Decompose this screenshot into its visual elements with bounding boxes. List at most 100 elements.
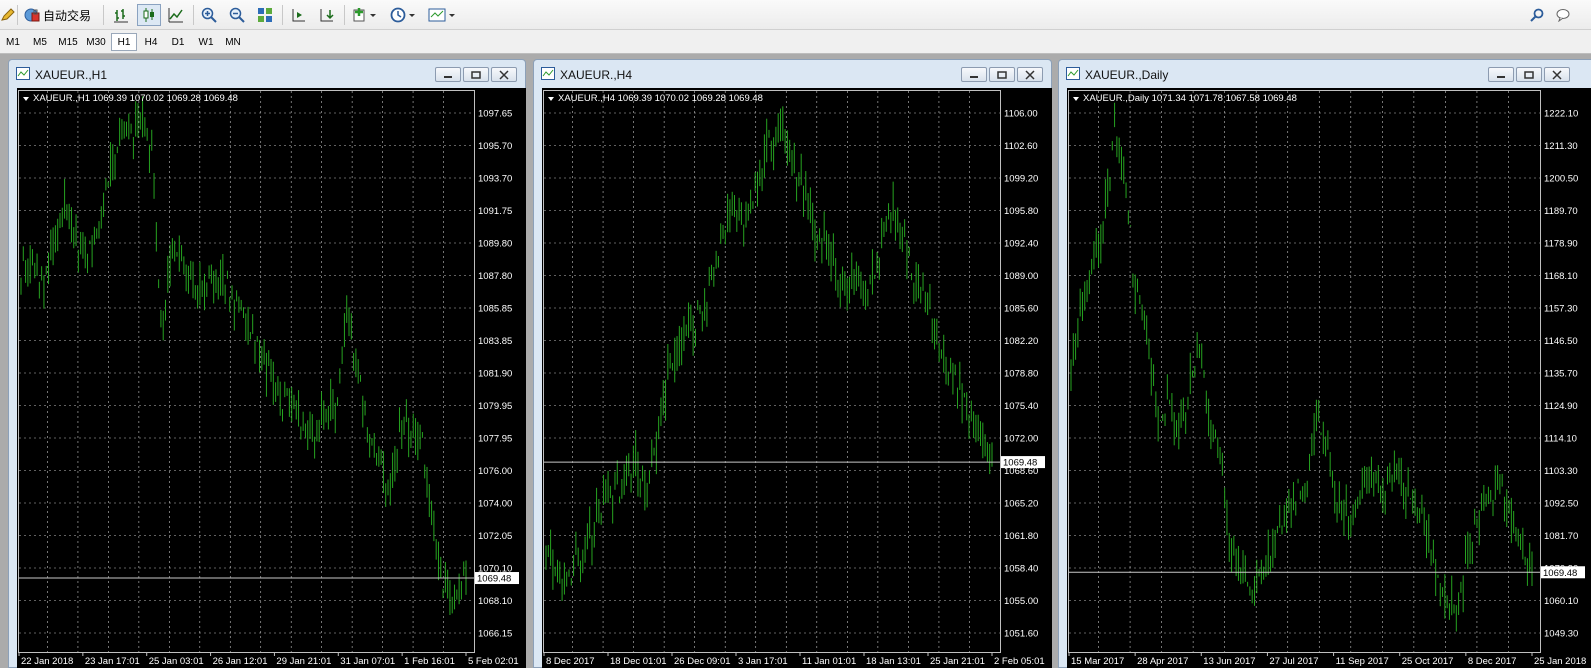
x-tick-label: 2 Feb 05:01 [994, 656, 1045, 667]
close-button[interactable] [491, 67, 517, 82]
y-tick-label: 1146.50 [1544, 336, 1578, 347]
window-title: XAUEUR.,Daily [1085, 68, 1169, 82]
y-tick-label: 1076.00 [478, 466, 512, 477]
clock-icon [390, 7, 415, 23]
autoscroll-icon [320, 9, 334, 22]
current-price-label: 1069.48 [1003, 458, 1037, 469]
chat-button[interactable] [1553, 4, 1573, 26]
y-tick-label: 1097.65 [478, 109, 512, 120]
y-tick-label: 1072.00 [1004, 434, 1038, 445]
timeframe-toolbar: M1 M5 M15 M30 H1 H4 D1 W1 MN [0, 30, 1591, 54]
close-button[interactable] [1544, 67, 1570, 82]
x-tick-label: 3 Jan 17:01 [738, 656, 788, 667]
autotrade-label: 自动交易 [43, 8, 92, 23]
y-tick-label: 1106.00 [1004, 109, 1038, 120]
y-tick-label: 1114.10 [1544, 434, 1577, 445]
y-tick-label: 1081.90 [478, 369, 512, 380]
y-tick-label: 1087.80 [478, 271, 512, 282]
templates-button[interactable] [425, 4, 459, 26]
period-h1-button[interactable]: H1 [111, 33, 137, 51]
minimize-button[interactable] [961, 67, 987, 82]
period-m30-button[interactable]: M30 [83, 33, 109, 51]
candle-chart-button[interactable] [137, 4, 161, 26]
y-tick-label: 1124.90 [1544, 401, 1578, 412]
window-titlebar[interactable]: XAUEUR.,H4 [534, 60, 1051, 88]
y-tick-label: 1102.60 [1004, 141, 1038, 152]
y-tick-label: 1049.30 [1544, 629, 1578, 640]
price-chart[interactable]: 1106.00 1102.60 1099.20 1095.80 1092.40 1089.… [542, 88, 1052, 668]
chart-window-icon [541, 67, 555, 83]
indicators-button[interactable] [350, 4, 380, 26]
bar-chart-icon [114, 9, 128, 23]
zoom-out-button[interactable] [226, 4, 248, 26]
close-button[interactable] [1017, 67, 1043, 82]
periods-button[interactable] [387, 4, 419, 26]
y-tick-label: 1085.60 [1004, 304, 1038, 315]
minimize-button[interactable] [1488, 67, 1514, 82]
y-tick-label: 1075.40 [1004, 401, 1038, 412]
plot-frame [18, 90, 475, 653]
autotrade-button[interactable]: 自动交易 [20, 4, 95, 26]
period-m1-button[interactable]: M1 [0, 33, 26, 51]
period-h4-button[interactable]: H4 [138, 33, 164, 51]
y-tick-label: 1065.20 [1004, 499, 1038, 510]
y-tick-label: 1074.00 [478, 499, 512, 510]
window-titlebar[interactable]: XAUEUR.,Daily [1059, 60, 1591, 88]
autoscroll-button[interactable] [316, 4, 338, 26]
y-tick-label: 1095.80 [1004, 206, 1038, 217]
y-tick-label: 1135.70 [1544, 369, 1578, 380]
x-tick-label: 25 Oct 2017 [1402, 656, 1454, 667]
search-button[interactable] [1527, 4, 1547, 26]
chat-icon [1556, 9, 1570, 22]
x-tick-label: 11 Sep 2017 [1336, 656, 1389, 667]
chart-shift-icon [292, 9, 305, 22]
pencil-icon[interactable] [0, 4, 16, 26]
x-tick-label: 25 Jan 21:01 [930, 656, 985, 667]
y-tick-label: 1092.50 [1544, 499, 1578, 510]
x-tick-label: 8 Dec 2017 [1468, 656, 1517, 667]
tile-windows-button[interactable] [254, 4, 276, 26]
y-tick-label: 1168.10 [1544, 271, 1578, 282]
y-tick-label: 1083.85 [478, 336, 512, 347]
restore-button[interactable] [1516, 67, 1542, 82]
x-tick-label: 23 Jan 17:01 [85, 656, 140, 667]
x-tick-label: 22 Jan 2018 [21, 656, 73, 667]
chart-window-h1[interactable]: XAUEUR.,H1 1097.65 1095.70 1093.70 1091.75 1… [8, 59, 526, 668]
y-tick-label: 1089.80 [478, 239, 512, 250]
chart-shift-button[interactable] [288, 4, 310, 26]
x-tick-label: 31 Jan 07:01 [340, 656, 395, 667]
chart-header: XAUEUR.,H4 1069.39 1070.02 1069.28 1069.… [558, 93, 763, 104]
line-chart-button[interactable] [165, 4, 187, 26]
price-chart[interactable]: 1222.10 1211.30 1200.50 1189.70 1178.90 1168.… [1067, 88, 1591, 668]
ohlc-bars [545, 106, 993, 601]
price-chart[interactable]: 1097.65 1095.70 1093.70 1091.75 1089.80 1087.… [17, 88, 526, 668]
period-m5-button[interactable]: M5 [27, 33, 53, 51]
x-tick-label: 13 Jun 2017 [1203, 656, 1255, 667]
chart-window-daily[interactable]: XAUEUR.,Daily 1222.10 1211.30 1200.50 1189.… [1058, 59, 1591, 668]
period-w1-button[interactable]: W1 [193, 33, 219, 51]
window-titlebar[interactable]: XAUEUR.,H1 [9, 60, 525, 88]
zoom-in-button[interactable] [198, 4, 220, 26]
tile-windows-icon [258, 8, 272, 22]
period-d1-button[interactable]: D1 [165, 33, 191, 51]
chart-header: XAUEUR.,Daily 1071.34 1071.78 1067.58 10… [1083, 93, 1297, 104]
x-tick-label: 27 Jul 2017 [1269, 656, 1318, 667]
bar-chart-button[interactable] [110, 4, 132, 26]
period-mn-button[interactable]: MN [220, 33, 246, 51]
x-tick-label: 11 Jan 01:01 [802, 656, 856, 667]
y-tick-label: 1061.80 [1004, 531, 1038, 542]
y-tick-label: 1082.20 [1004, 336, 1038, 347]
x-tick-label: 18 Jan 13:01 [866, 656, 921, 667]
period-m15-button[interactable]: M15 [55, 33, 81, 51]
x-tick-label: 25 Jan 2018 [1534, 656, 1586, 667]
restore-button[interactable] [989, 67, 1015, 82]
y-tick-label: 1055.00 [1004, 596, 1038, 607]
minimize-button[interactable] [435, 67, 461, 82]
restore-button[interactable] [463, 67, 489, 82]
y-tick-label: 1189.70 [1544, 206, 1578, 217]
chart-window-h4[interactable]: XAUEUR.,H4 1106.00 1102.60 1099.20 1095.80 1… [533, 59, 1052, 668]
chart-window-icon [16, 67, 30, 83]
current-price-label: 1069.48 [477, 574, 511, 585]
y-tick-label: 1222.10 [1544, 109, 1578, 120]
y-tick-label: 1089.00 [1004, 271, 1038, 282]
